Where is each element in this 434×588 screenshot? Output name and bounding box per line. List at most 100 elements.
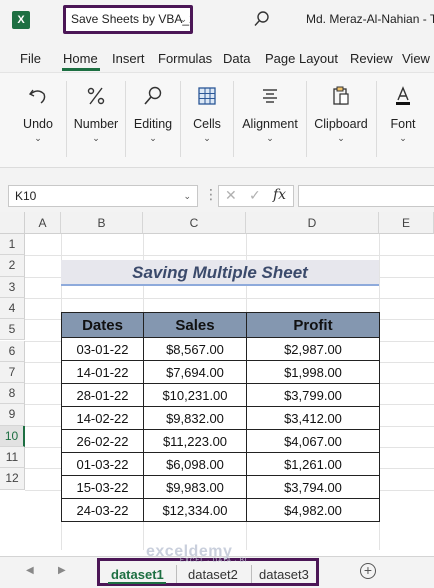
ribbon-group-number[interactable]: Number ⌄ (68, 79, 124, 163)
tab-data[interactable]: Data (223, 51, 250, 66)
ribbon: Undo ⌄ Number ⌄ Editing ⌄ Cells ⌄ Alignm… (0, 72, 434, 168)
table-cell[interactable]: 01-03-22 (61, 452, 144, 476)
table-cell[interactable]: $4,067.00 (246, 429, 380, 453)
column-header-b[interactable]: B (61, 212, 143, 234)
row-header-6[interactable]: 6 (0, 340, 25, 362)
table-row: 24-03-22 $12,334.00 $4,982.00 (61, 498, 380, 522)
search-icon (144, 86, 162, 105)
table-cell[interactable]: $4,982.00 (246, 498, 380, 522)
document-title-box[interactable]: Save Sheets by VBA_2 ⌄ (63, 5, 193, 34)
more-options-icon[interactable]: ⋮ (204, 186, 218, 203)
tab-home[interactable]: Home (63, 51, 98, 66)
table-header-row: Dates Sales Profit (61, 312, 380, 338)
table-cell[interactable]: $3,799.00 (246, 383, 380, 407)
row-header-2[interactable]: 2 (0, 255, 25, 277)
table-cell[interactable]: $11,223.00 (143, 429, 247, 453)
tab-view[interactable]: View (402, 51, 430, 66)
tab-review[interactable]: Review (350, 51, 393, 66)
scroll-right-icon[interactable]: ▶ (58, 565, 66, 576)
table-cell[interactable]: $1,998.00 (246, 360, 380, 384)
row-header-1[interactable]: 1 (0, 234, 25, 256)
table-cell[interactable]: $10,231.00 (143, 383, 247, 407)
add-sheet-button[interactable]: + (360, 563, 376, 579)
confirm-icon[interactable]: ✓ (249, 187, 261, 204)
table-cell[interactable]: $9,832.00 (143, 406, 247, 430)
header-dates[interactable]: Dates (61, 312, 144, 338)
table-cell[interactable]: $6,098.00 (143, 452, 247, 476)
ribbon-label-editing: Editing (133, 117, 173, 131)
watermark-subtext: EXCEL · DATA · BI (180, 558, 248, 564)
chevron-down-icon: ⌄ (399, 133, 407, 143)
sheet-tab-dataset3[interactable]: dataset3 (259, 567, 309, 582)
search-icon[interactable] (253, 10, 271, 28)
tab-divider (251, 565, 252, 583)
ribbon-separator (306, 81, 307, 157)
cancel-icon[interactable]: ✕ (225, 187, 237, 204)
sheet-tab-dataset1[interactable]: dataset1 (111, 567, 164, 582)
insert-function-icon[interactable]: fx (273, 187, 286, 203)
chevron-down-icon: ⌄ (149, 133, 157, 143)
table-cell[interactable]: $9,983.00 (143, 475, 247, 499)
row-header-9[interactable]: 9 (0, 404, 25, 426)
formula-input[interactable] (298, 185, 434, 207)
table-cell[interactable]: 26-02-22 (61, 429, 144, 453)
table-cell[interactable]: 03-01-22 (61, 337, 144, 361)
ribbon-group-alignment[interactable]: Alignment ⌄ (236, 79, 304, 163)
tab-page-layout[interactable]: Page Layout (265, 51, 338, 66)
table-cell[interactable]: 24-03-22 (61, 498, 144, 522)
column-header-a[interactable]: A (25, 212, 61, 234)
row-header-12[interactable]: 12 (0, 468, 25, 490)
table-cell[interactable]: $3,412.00 (246, 406, 380, 430)
row-header-4[interactable]: 4 (0, 297, 25, 320)
row-header-8[interactable]: 8 (0, 383, 25, 405)
excel-logo-icon: X (12, 11, 30, 29)
ribbon-group-undo[interactable]: Undo ⌄ (10, 79, 66, 163)
user-name[interactable]: Md. Meraz-Al-Nahian - T (306, 12, 434, 26)
ribbon-group-editing[interactable]: Editing ⌄ (126, 79, 180, 163)
select-all-corner[interactable] (0, 212, 25, 234)
row-header-11[interactable]: 11 (0, 447, 25, 469)
align-icon (263, 89, 277, 103)
ribbon-group-clipboard[interactable]: Clipboard ⌄ (308, 79, 374, 163)
ribbon-label-cells: Cells (193, 117, 221, 131)
row-header-7[interactable]: 7 (0, 361, 25, 384)
column-header-e[interactable]: E (379, 212, 434, 234)
header-profit[interactable]: Profit (246, 312, 380, 338)
chevron-down-icon: ⌄ (337, 133, 345, 143)
table-cell[interactable]: 14-02-22 (61, 406, 144, 430)
gridline (25, 297, 434, 299)
exceldemy-watermark-logo: exceldemy EXCEL · DATA · BI (146, 543, 248, 564)
column-header-c[interactable]: C (143, 212, 246, 234)
table-cell[interactable]: $8,567.00 (143, 337, 247, 361)
table-row: 14-01-22 $7,694.00 $1,998.00 (61, 360, 380, 384)
table-cell[interactable]: $2,987.00 (246, 337, 380, 361)
tab-formulas[interactable]: Formulas (158, 51, 212, 66)
sheet-title[interactable]: Saving Multiple Sheet (61, 260, 379, 286)
row-header-3[interactable]: 3 (0, 276, 25, 298)
table-cell[interactable]: $12,334.00 (143, 498, 247, 522)
name-box[interactable]: K10 ⌄ (8, 185, 198, 207)
undo-icon (28, 89, 46, 104)
data-table[interactable]: Dates Sales Profit 03-01-22 $8,567.00 $2,9… (61, 312, 380, 522)
table-cell[interactable]: $1,261.00 (246, 452, 380, 476)
column-header-d[interactable]: D (246, 212, 379, 234)
chevron-down-icon: ⌄ (92, 133, 100, 143)
table-cell[interactable]: $7,694.00 (143, 360, 247, 384)
scroll-left-icon[interactable]: ◀ (26, 565, 34, 576)
row-header-5[interactable]: 5 (0, 319, 25, 341)
table-cell[interactable]: $3,794.00 (246, 475, 380, 499)
row-header-10[interactable]: 10 (0, 425, 25, 447)
table-cell[interactable]: 28-01-22 (61, 383, 144, 407)
sheet-tab-dataset2[interactable]: dataset2 (188, 567, 238, 582)
table-row: 03-01-22 $8,567.00 $2,987.00 (61, 337, 380, 361)
chevron-down-icon: ⌄ (179, 14, 187, 24)
tab-insert[interactable]: Insert (112, 51, 145, 66)
chevron-down-icon: ⌄ (266, 133, 274, 143)
ribbon-separator (376, 81, 377, 157)
table-cell[interactable]: 15-03-22 (61, 475, 144, 499)
ribbon-group-font[interactable]: Font ⌄ (380, 79, 426, 163)
table-cell[interactable]: 14-01-22 (61, 360, 144, 384)
ribbon-group-cells[interactable]: Cells ⌄ (182, 79, 232, 163)
tab-file[interactable]: File (20, 51, 41, 66)
header-sales[interactable]: Sales (143, 312, 247, 338)
